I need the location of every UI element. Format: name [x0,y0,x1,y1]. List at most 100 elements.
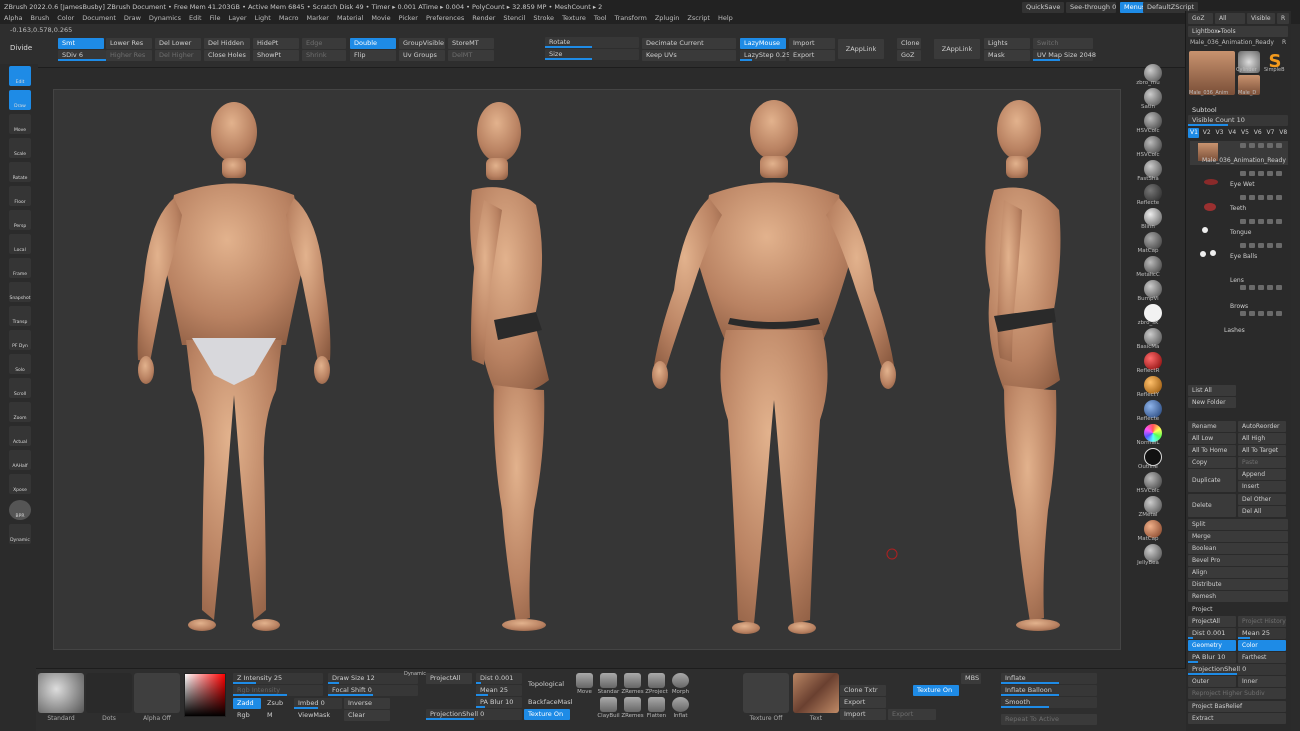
claybuildup-brush[interactable]: ClayBuil [597,697,620,719]
rename-button[interactable]: Rename [1188,421,1236,432]
keep-uvs-toggle[interactable]: Keep UVs [642,50,736,61]
menu-item[interactable]: Texture [562,14,586,23]
showpt-button[interactable]: ShowPt [253,50,299,61]
scale-mode-button[interactable]: Scale [9,138,31,158]
export-button[interactable]: Export [789,50,835,61]
subtool-controls[interactable] [1240,143,1288,149]
inflate-slider[interactable]: Inflate [1001,673,1097,684]
menu-item[interactable]: Picker [399,14,418,23]
project-basrelief-menu[interactable]: Project BasRelief [1188,701,1286,712]
decimate-current-button[interactable]: Decimate Current [642,38,736,49]
rotate-mode-button[interactable]: Rotate [9,162,31,182]
all-to-home-button[interactable]: All To Home [1188,445,1236,456]
mask-button[interactable]: Mask [984,50,1030,61]
subtool-item[interactable]: Eye Balls [1190,241,1288,265]
all-button[interactable]: All [1215,13,1245,24]
flatten-brush[interactable]: Flatten [647,697,666,719]
uv-groups-button[interactable]: Uv Groups [399,50,445,61]
version-tab[interactable]: V3 [1214,128,1225,138]
version-tab[interactable]: V6 [1252,128,1263,138]
smt-toggle[interactable]: Smt [58,38,104,49]
menu-item[interactable]: Render [472,14,495,23]
menu-item[interactable]: Macro [279,14,299,23]
project-history-button[interactable]: Project History [1238,616,1286,627]
menu-item[interactable]: Document [82,14,116,23]
subtool-controls[interactable] [1240,171,1288,177]
lazystep-slider[interactable]: LazyStep 0.25 [740,50,790,61]
inner-button[interactable]: Inner [1238,676,1286,687]
copy-button[interactable]: Copy [1188,457,1236,468]
zsub-toggle[interactable]: Zsub [263,698,291,709]
menu-item[interactable]: Movie [371,14,390,23]
goz-button[interactable]: GoZ [897,50,921,61]
pf-dyn-button[interactable]: PF Dyn [9,330,31,350]
del-higher-button[interactable]: Del Higher [155,50,201,61]
subtool-item[interactable]: Lashes [1190,317,1288,341]
r-button[interactable]: R [1277,13,1289,24]
divide-button[interactable]: Divide [10,44,32,52]
distribute-menu[interactable]: Distribute [1188,579,1288,590]
subtool-controls[interactable] [1240,219,1288,225]
merge-menu[interactable]: Merge [1188,531,1288,542]
document-canvas[interactable] [53,89,1121,650]
color-picker[interactable] [184,673,226,717]
floor-button[interactable]: Floor [9,186,31,206]
clear-button[interactable]: Clear [344,710,390,721]
zadd-toggle[interactable]: Zadd [233,698,261,709]
projectall-button[interactable]: ProjectAll [1188,616,1236,627]
del-other-button[interactable]: Del Other [1238,494,1286,505]
version-tab[interactable]: V5 [1239,128,1250,138]
viewmask-button[interactable]: ViewMask [294,710,342,721]
export-button-2[interactable]: Export [888,709,936,720]
mean-slider-bottom[interactable]: Mean 25 [476,685,522,696]
inverse-button[interactable]: Inverse [344,698,390,709]
menu-item[interactable]: Light [255,14,271,23]
scroll-button[interactable]: Scroll [9,378,31,398]
subtool-item[interactable]: Lens [1190,265,1288,290]
shrink-button[interactable]: Shrink [302,50,346,61]
menu-item[interactable]: Help [718,14,733,23]
texture-map-thumbnail[interactable]: Text [793,673,839,722]
standard-brush[interactable]: Standar [598,673,619,695]
mean-slider[interactable]: Mean 25 [1238,628,1286,639]
subtool-item[interactable]: Tongue [1190,217,1288,241]
menu-item[interactable]: Transform [615,14,647,23]
all-high-button[interactable]: All High [1238,433,1286,444]
menu-item[interactable]: Dynamics [149,14,181,23]
export-texture-button[interactable]: Export [840,697,886,708]
lights-button[interactable]: Lights [984,38,1030,49]
transp-button[interactable]: Transp [9,306,31,326]
sdiv-slider[interactable]: SDiv 6 [58,50,106,61]
import-button[interactable]: Import [789,38,835,49]
import-texture-button[interactable]: Import [840,709,886,720]
version-tab[interactable]: V8 [1277,128,1288,138]
goz-button[interactable]: GoZ [1188,13,1213,24]
subtool-header[interactable]: Subtool [1192,106,1217,114]
outer-button[interactable]: Outer [1188,676,1236,687]
pa-blur-slider-bottom[interactable]: PA Blur 10 [476,697,522,708]
inflate-brush[interactable]: Inflat [672,697,689,719]
smooth-slider[interactable]: Smooth [1001,697,1097,708]
clone-button[interactable]: Clone [897,38,921,49]
remesh-menu[interactable]: Remesh [1188,591,1288,602]
morph-brush[interactable]: Morph [672,673,689,695]
solo-button[interactable]: Solo [9,354,31,374]
menu-item[interactable]: Edit [189,14,202,23]
zremesher-brush-2[interactable]: ZRemes [621,697,644,719]
groupvisible-button[interactable]: GroupVisible [399,38,445,49]
move-mode-button[interactable]: Move [9,114,31,134]
focal-shift-slider[interactable]: Focal Shift 0 [328,685,418,696]
reproject-higher-subdiv-button[interactable]: Reproject Higher Subdiv [1188,688,1286,699]
quicksave-button[interactable]: QuickSave [1022,2,1065,13]
delete-button[interactable]: Delete [1188,494,1236,517]
lazymouse-toggle[interactable]: LazyMouse [740,38,786,49]
version-tab[interactable]: V2 [1201,128,1212,138]
version-tab[interactable]: V4 [1226,128,1237,138]
autoreorder-button[interactable]: AutoReorder [1238,421,1286,432]
switch-button[interactable]: Switch [1033,38,1093,49]
alpha-thumbnail[interactable]: Alpha Off [134,673,180,722]
menu-item[interactable]: Layer [228,14,246,23]
texture-off-thumbnail[interactable]: Texture Off [743,673,789,722]
zapplink-button[interactable]: ZAppLink [838,39,884,59]
z-intensity-slider[interactable]: Z Intensity 25 [233,673,323,684]
